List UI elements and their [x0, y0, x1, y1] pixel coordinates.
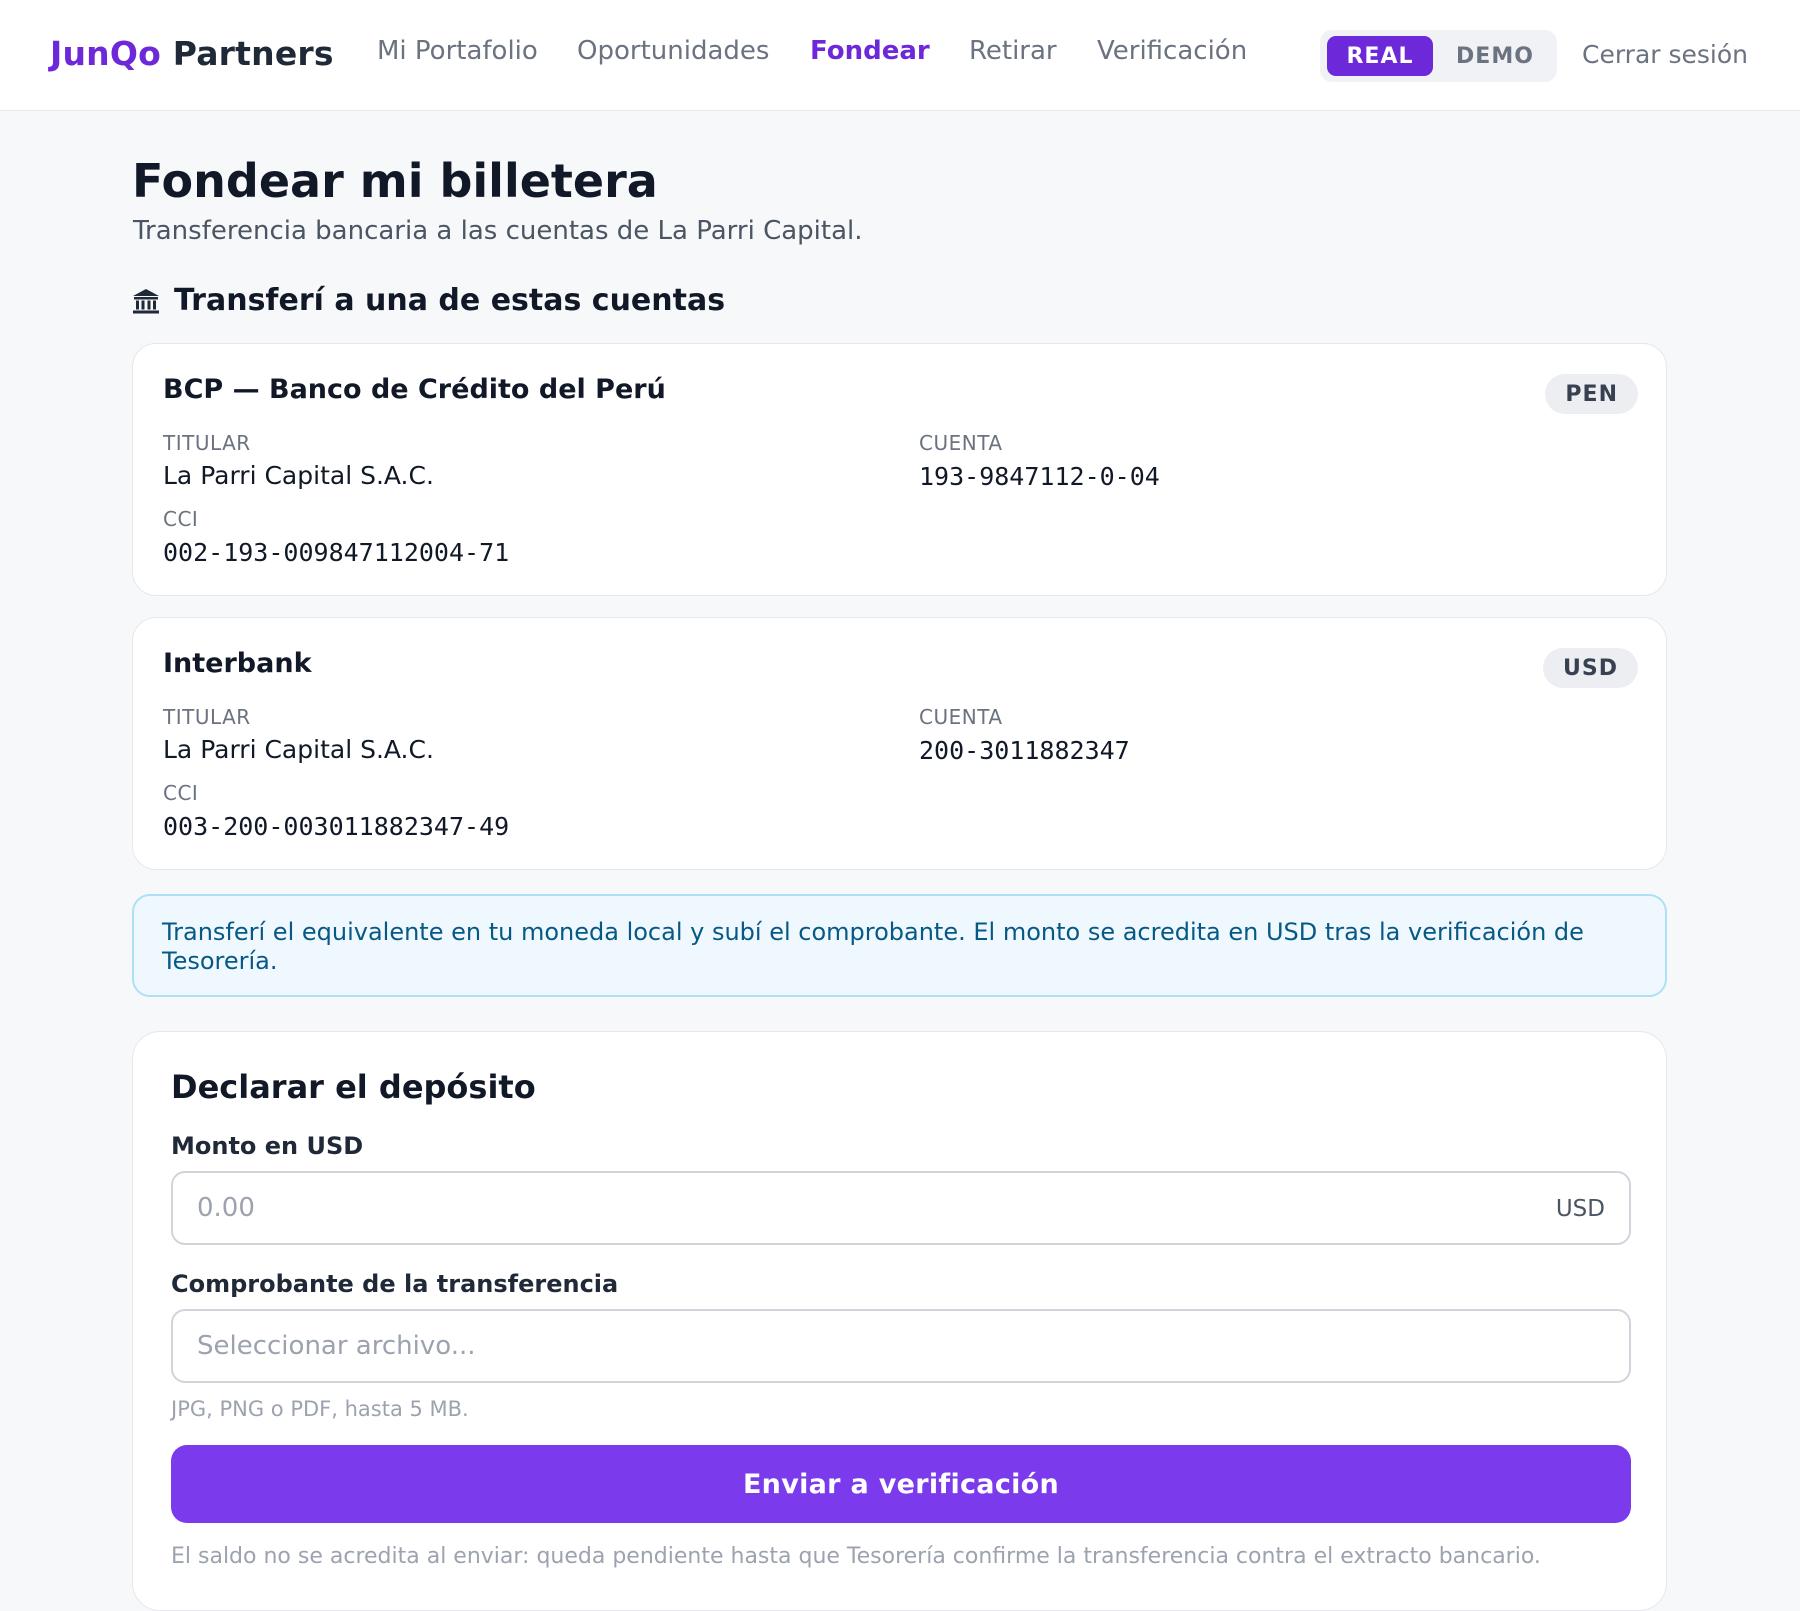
account-label: CUENTA	[919, 431, 1003, 455]
nav-mi-portafolio[interactable]: Mi Portafolio	[377, 36, 538, 66]
amount-input[interactable]	[197, 1173, 1497, 1243]
mode-demo-button[interactable]: DEMO	[1441, 36, 1549, 76]
nav-fondear[interactable]: Fondear	[810, 36, 930, 66]
receipt-label: Comprobante de la transferencia	[171, 1270, 619, 1298]
accounts-section-title: Transferí a una de estas cuentas	[132, 283, 725, 318]
top-navbar: JunQo Partners Mi Portafolio Oportunidad…	[0, 0, 1800, 111]
brand-logo[interactable]: JunQo Partners	[50, 34, 334, 73]
holder-label: TITULAR	[163, 705, 251, 729]
nav-oportunidades[interactable]: Oportunidades	[577, 36, 769, 66]
receipt-hint: JPG, PNG o PDF, hasta 5 MB.	[171, 1397, 469, 1421]
accounts-section-title-text: Transferí a una de estas cuentas	[174, 283, 726, 318]
holder-value: La Parri Capital S.A.C.	[163, 461, 434, 490]
logout-link[interactable]: Cerrar sesión	[1582, 40, 1748, 69]
receipt-file-input[interactable]: Seleccionar archivo...	[171, 1309, 1631, 1383]
holder-value: La Parri Capital S.A.C.	[163, 735, 434, 764]
form-footnote: El saldo no se acredita al enviar: queda…	[171, 1544, 1541, 1569]
info-note: Transferí el equivalente en tu moneda lo…	[132, 894, 1667, 997]
cci-label: CCI	[163, 781, 199, 805]
account-card-interbank: Interbank USD TITULAR La Parri Capital S…	[132, 617, 1667, 870]
nav-verificacion[interactable]: Verificación	[1097, 36, 1247, 66]
form-title: Declarar el depósito	[171, 1068, 536, 1106]
account-mode-toggle: REAL DEMO	[1320, 30, 1557, 82]
mode-real-button[interactable]: REAL	[1327, 36, 1433, 76]
brand-name-part1: JunQo	[50, 34, 161, 73]
bank-icon	[133, 288, 159, 313]
page-subtitle: Transferencia bancaria a las cuentas de …	[133, 216, 863, 246]
nav-retirar[interactable]: Retirar	[969, 36, 1057, 66]
bank-name: BCP — Banco de Crédito del Perú	[163, 374, 666, 405]
receipt-file-placeholder: Seleccionar archivo...	[197, 1331, 476, 1361]
cci-number: 002-193-009847112004-71	[163, 538, 510, 567]
currency-badge: USD	[1543, 648, 1638, 688]
account-card-bcp: BCP — Banco de Crédito del Perú PEN TITU…	[132, 343, 1667, 596]
amount-label: Monto en USD	[171, 1132, 364, 1160]
account-number: 200-3011882347	[919, 736, 1130, 765]
holder-label: TITULAR	[163, 431, 251, 455]
account-label: CUENTA	[919, 705, 1003, 729]
currency-badge: PEN	[1545, 374, 1638, 414]
submit-verification-button[interactable]: Enviar a verificación	[171, 1445, 1631, 1523]
page-title: Fondear mi billetera	[132, 154, 658, 208]
account-number: 193-9847112-0-04	[919, 462, 1160, 491]
bank-name: Interbank	[163, 648, 312, 679]
cci-label: CCI	[163, 507, 199, 531]
deposit-form-card: Declarar el depósito Monto en USD USD Co…	[132, 1031, 1667, 1611]
brand-name-part2: Partners	[172, 34, 334, 73]
currency-suffix: USD	[1555, 1196, 1605, 1222]
cci-number: 003-200-003011882347-49	[163, 812, 510, 841]
amount-input-wrapper: USD	[171, 1171, 1631, 1245]
